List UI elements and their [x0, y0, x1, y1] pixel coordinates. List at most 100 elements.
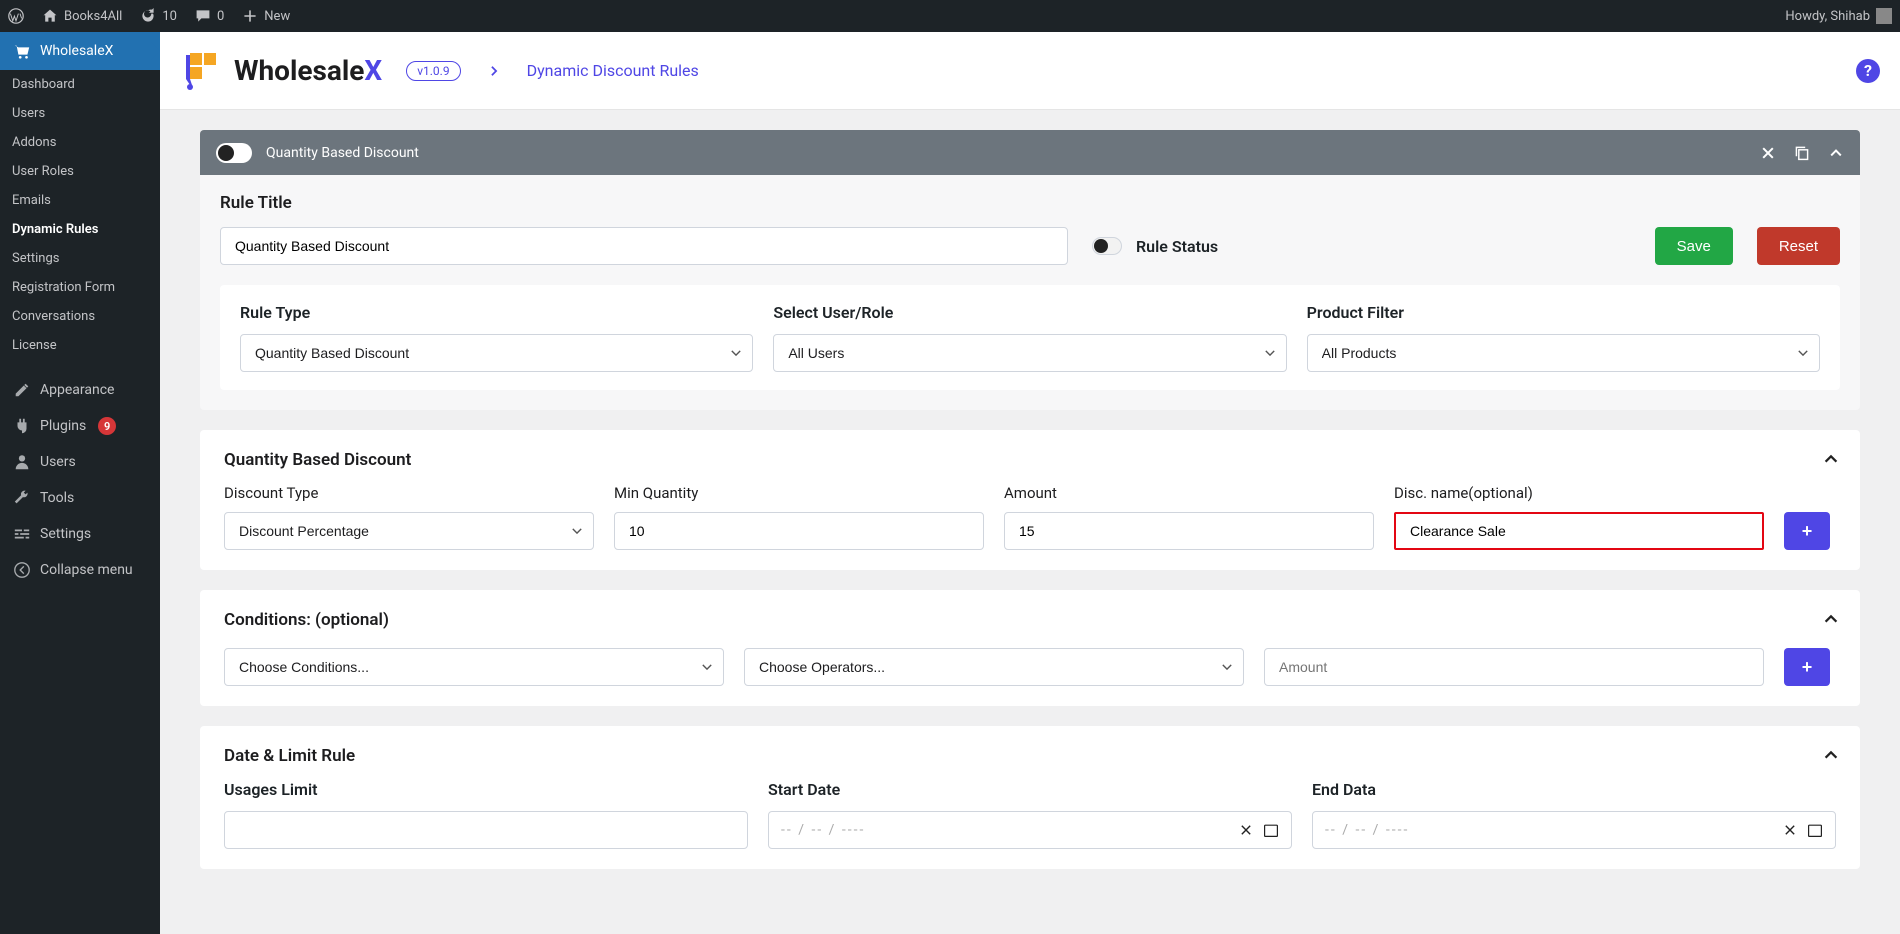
sidebar-item-users[interactable]: Users [0, 444, 160, 480]
add-condition-button[interactable]: + [1784, 648, 1830, 686]
sidebar-item-plugins[interactable]: Plugins 9 [0, 408, 160, 444]
sidebar-plugins-label: Plugins [40, 418, 86, 434]
wp-logo[interactable] [8, 8, 24, 24]
sidebar-appearance-label: Appearance [40, 382, 114, 398]
rule-status-toggle[interactable] [1092, 237, 1122, 255]
sidebar-users-label: Users [40, 454, 76, 470]
site-link[interactable]: Books4All [42, 8, 122, 24]
plug-icon [12, 416, 32, 436]
operator-select[interactable]: Choose Operators... [744, 648, 1244, 686]
duplicate-icon[interactable] [1794, 145, 1810, 161]
avatar [1876, 8, 1892, 24]
howdy-text: Howdy, Shihab [1785, 9, 1870, 24]
breadcrumb[interactable]: Dynamic Discount Rules [527, 61, 699, 80]
rule-title-label: Rule Title [220, 193, 1840, 213]
sidebar-sub-emails[interactable]: Emails [0, 186, 160, 215]
sidebar-sub-license[interactable]: License [0, 331, 160, 360]
sidebar-tools-label: Tools [40, 490, 74, 506]
calendar-icon[interactable] [1263, 822, 1279, 838]
chevron-right-icon [487, 64, 501, 78]
new-label: New [264, 9, 290, 24]
sidebar-item-appearance[interactable]: Appearance [0, 372, 160, 408]
sidebar-sub-users[interactable]: Users [0, 99, 160, 128]
sliders-icon [12, 524, 32, 544]
rule-title-input[interactable] [220, 227, 1068, 265]
user-role-select[interactable]: All Users [773, 334, 1286, 372]
chevron-up-icon[interactable] [1828, 145, 1844, 161]
disc-name-label: Disc. name(optional) [1394, 484, 1764, 502]
sidebar-sub-conversations[interactable]: Conversations [0, 302, 160, 331]
condition-select[interactable]: Choose Conditions... [224, 648, 724, 686]
comments-count: 0 [217, 9, 224, 24]
admin-sidebar: WholesaleX Dashboard Users Addons User R… [0, 32, 160, 934]
sidebar-sub-registration-form[interactable]: Registration Form [0, 273, 160, 302]
wp-admin-bar: Books4All 10 0 New Howdy, Shihab [0, 0, 1900, 32]
conditions-title: Conditions: (optional) [224, 610, 1836, 630]
comments-link[interactable]: 0 [195, 8, 224, 24]
date-limit-title: Date & Limit Rule [224, 746, 1836, 766]
sidebar-item-settings[interactable]: Settings [0, 516, 160, 552]
user-icon [12, 452, 32, 472]
user-role-label: Select User/Role [773, 303, 1286, 322]
help-icon[interactable]: ? [1856, 59, 1880, 83]
add-tier-button[interactable]: + [1784, 512, 1830, 550]
start-date-placeholder: -- / -- / ---- [781, 822, 865, 838]
start-date-input[interactable]: -- / -- / ---- [768, 811, 1292, 849]
main-content: WholesaleX v1.0.9 Dynamic Discount Rules… [160, 32, 1900, 934]
new-link[interactable]: New [242, 8, 290, 24]
usage-limit-input[interactable] [224, 811, 748, 849]
rule-header-title: Quantity Based Discount [266, 145, 419, 161]
start-date-label: Start Date [768, 780, 1292, 799]
chevron-up-icon[interactable] [1822, 746, 1840, 764]
disc-name-input[interactable] [1394, 512, 1764, 550]
min-qty-input[interactable] [614, 512, 984, 550]
save-button[interactable]: Save [1655, 227, 1733, 265]
discount-type-select[interactable]: Discount Percentage [224, 512, 594, 550]
amount-label: Amount [1004, 484, 1374, 502]
rule-title-card: Rule Title Rule Status Save Reset Ru [200, 175, 1860, 410]
rule-type-select[interactable]: Quantity Based Discount [240, 334, 753, 372]
site-name: Books4All [64, 9, 122, 24]
sidebar-sub-user-roles[interactable]: User Roles [0, 157, 160, 186]
sidebar-sub-addons[interactable]: Addons [0, 128, 160, 157]
brush-icon [12, 380, 32, 400]
end-date-placeholder: -- / -- / ---- [1325, 822, 1409, 838]
sidebar-collapse-label: Collapse menu [40, 562, 133, 578]
sidebar-sub-settings[interactable]: Settings [0, 244, 160, 273]
usage-limit-label: Usages Limit [224, 780, 748, 799]
sidebar-submenu: Dashboard Users Addons User Roles Emails… [0, 70, 160, 360]
collapse-icon [12, 560, 32, 580]
date-limit-section: Date & Limit Rule Usages Limit Start Dat… [200, 726, 1860, 869]
sidebar-parent-label: WholesaleX [40, 43, 113, 59]
updates-link[interactable]: 10 [140, 8, 177, 24]
howdy-link[interactable]: Howdy, Shihab [1785, 8, 1892, 24]
product-filter-select[interactable]: All Products [1307, 334, 1820, 372]
clear-date-icon[interactable] [1783, 823, 1797, 837]
calendar-icon[interactable] [1807, 822, 1823, 838]
sidebar-parent-wholesalex[interactable]: WholesaleX [0, 32, 160, 70]
close-icon[interactable] [1760, 145, 1776, 161]
sidebar-sub-dashboard[interactable]: Dashboard [0, 70, 160, 99]
end-date-input[interactable]: -- / -- / ---- [1312, 811, 1836, 849]
conditions-section: Conditions: (optional) Choose Conditions… [200, 590, 1860, 706]
wrench-icon [12, 488, 32, 508]
version-pill: v1.0.9 [406, 61, 460, 81]
brand: WholesaleX v1.0.9 Dynamic Discount Rules [180, 49, 699, 93]
qbd-title: Quantity Based Discount [224, 450, 1836, 470]
sidebar-sub-dynamic-rules[interactable]: Dynamic Rules [0, 215, 160, 244]
end-date-label: End Data [1312, 780, 1836, 799]
min-qty-label: Min Quantity [614, 484, 984, 502]
sidebar-item-collapse[interactable]: Collapse menu [0, 552, 160, 588]
rule-header-bar: Quantity Based Discount [200, 130, 1860, 175]
sidebar-item-tools[interactable]: Tools [0, 480, 160, 516]
sidebar-settings-label: Settings [40, 526, 91, 542]
reset-button[interactable]: Reset [1757, 227, 1840, 265]
amount-input[interactable] [1004, 512, 1374, 550]
clear-date-icon[interactable] [1239, 823, 1253, 837]
brand-name: WholesaleX [234, 54, 382, 87]
chevron-up-icon[interactable] [1822, 610, 1840, 628]
rule-type-label: Rule Type [240, 303, 753, 322]
chevron-up-icon[interactable] [1822, 450, 1840, 468]
rule-enable-toggle[interactable] [216, 143, 252, 163]
condition-amount-input[interactable] [1264, 648, 1764, 686]
